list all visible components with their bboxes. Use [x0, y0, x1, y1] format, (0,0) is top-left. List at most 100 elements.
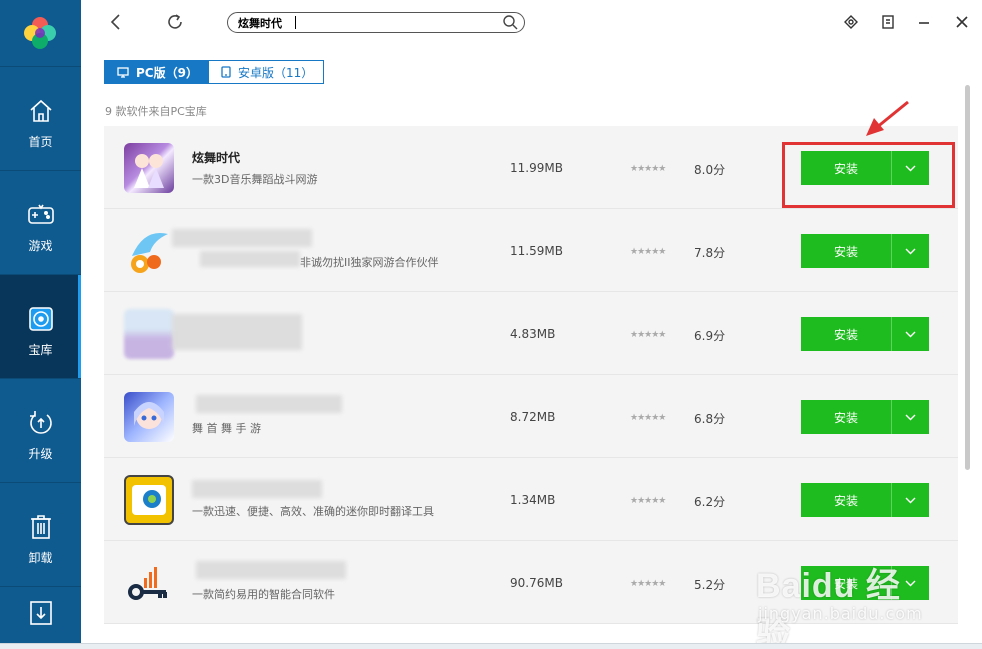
network-icon	[844, 15, 858, 29]
network-button[interactable]	[839, 10, 863, 34]
install-dropdown[interactable]	[892, 483, 929, 517]
home-icon	[29, 99, 52, 122]
app-score: 6.2分	[694, 495, 726, 509]
phone-icon	[221, 66, 231, 78]
app-score: 8.0分	[694, 163, 726, 177]
sidebar-item-upgrade[interactable]: 升级	[0, 378, 81, 482]
star-rating: ★★★★★	[630, 330, 666, 340]
star-rating: ★★★★★	[630, 247, 666, 257]
baidu-watermark: Baidu 经验 jingyan.baidu.com	[756, 558, 932, 649]
app-row[interactable]: 非诚勿扰II独家网游合作伙伴 11.59MB ★★★★★ 7.8分 安装	[104, 209, 958, 292]
app-size: 1.34MB	[510, 493, 556, 507]
watermark-domain: jingyan.baidu.com	[758, 604, 923, 623]
sidebar-item-downloads[interactable]	[0, 586, 81, 643]
sidebar-item-uninstall[interactable]: 卸载	[0, 482, 81, 586]
tab-android[interactable]: 安卓版（11）	[208, 60, 325, 84]
install-dropdown[interactable]	[892, 400, 929, 434]
install-dropdown[interactable]	[892, 317, 929, 351]
star-rating: ★★★★★	[630, 579, 666, 589]
close-button[interactable]	[950, 10, 974, 34]
app-size: 11.59MB	[510, 244, 563, 258]
app-row[interactable]: 炫舞时代 一款3D音乐舞蹈战斗网游 11.99MB ★★★★★ 8.0分 安装	[104, 126, 958, 209]
app-score: 6.8分	[694, 412, 726, 426]
install-button[interactable]: 安装	[801, 234, 929, 268]
app-row[interactable]: 一款迅速、便捷、高效、准确的迷你即时翻译工具 1.34MB ★★★★★ 6.2分…	[104, 458, 958, 541]
tab-pc[interactable]: PC版（9）	[104, 60, 209, 84]
app-list: 炫舞时代 一款3D音乐舞蹈战斗网游 11.99MB ★★★★★ 8.0分 安装 …	[104, 126, 958, 624]
app-icon	[124, 309, 174, 359]
tab-label: PC版（9）	[136, 65, 198, 80]
trash-icon	[30, 515, 51, 539]
taskbar-strip	[0, 643, 982, 649]
refresh-icon	[168, 14, 182, 29]
app-score: 7.8分	[694, 246, 726, 260]
blurred-name	[172, 314, 302, 350]
winged-note-icon	[131, 232, 168, 273]
install-label: 安装	[801, 151, 892, 185]
install-button[interactable]: 安装	[801, 483, 929, 517]
translator-icon	[132, 485, 166, 515]
search-input[interactable]	[238, 15, 488, 30]
app-row[interactable]: 4.83MB ★★★★★ 6.9分 安装	[104, 292, 958, 375]
install-label: 安装	[801, 400, 892, 434]
upgrade-icon	[29, 411, 52, 434]
chevron-left-icon	[110, 14, 120, 30]
install-button[interactable]: 安装	[801, 400, 929, 434]
sidebar-item-label: 宝库	[28, 343, 53, 357]
back-button[interactable]	[104, 10, 128, 34]
chevron-down-icon	[905, 248, 916, 254]
search-box[interactable]	[227, 12, 525, 33]
key-chart-icon	[128, 567, 167, 600]
app-desc: 非诚勿扰II独家网游合作伙伴	[300, 256, 439, 269]
app-score: 6.9分	[694, 329, 726, 343]
app-name: 炫舞时代	[192, 151, 241, 165]
star-rating: ★★★★★	[630, 413, 666, 423]
app-size: 8.72MB	[510, 410, 556, 424]
install-label: 安装	[801, 234, 892, 268]
text-caret	[295, 16, 296, 29]
search-icon[interactable]	[503, 15, 518, 30]
sidebar-item-home[interactable]: 首页	[0, 66, 81, 170]
chevron-down-icon	[905, 331, 916, 337]
install-dropdown[interactable]	[892, 234, 929, 268]
app-icon	[124, 475, 174, 525]
app-row[interactable]: 舞 首 舞 手 游 8.72MB ★★★★★ 6.8分 安装	[104, 375, 958, 458]
minimize-button[interactable]	[912, 10, 936, 34]
blurred-name	[196, 395, 342, 413]
install-button[interactable]: 安装	[801, 317, 929, 351]
install-dropdown[interactable]	[892, 151, 929, 185]
app-icon	[124, 143, 174, 193]
app-desc: 一款简约易用的智能合同软件	[192, 588, 335, 601]
disc-icon	[28, 307, 53, 331]
monitor-icon	[117, 66, 129, 78]
gamepad-icon	[27, 204, 54, 224]
refresh-button[interactable]	[163, 10, 187, 34]
app-icon	[124, 392, 174, 442]
sidebar-item-label: 卸载	[28, 551, 53, 565]
app-icon	[124, 226, 174, 276]
star-rating: ★★★★★	[630, 496, 666, 506]
blurred-desc	[200, 251, 300, 267]
skin-button[interactable]	[876, 10, 900, 34]
blurred-name	[172, 229, 312, 247]
star-rating: ★★★★★	[630, 164, 666, 174]
minimize-icon	[919, 22, 929, 24]
close-icon	[956, 16, 968, 28]
topbar	[81, 0, 982, 44]
app-icon	[124, 558, 174, 608]
install-button[interactable]: 安装	[801, 151, 929, 185]
app-desc: 一款3D音乐舞蹈战斗网游	[192, 173, 318, 186]
blurred-name	[196, 561, 346, 579]
app-size: 11.99MB	[510, 161, 563, 175]
app-desc: 一款迅速、便捷、高效、准确的迷你即时翻译工具	[192, 505, 434, 518]
sidebar-item-library[interactable]: 宝库	[0, 274, 81, 378]
anime-girl-icon	[134, 402, 164, 429]
app-logo	[0, 0, 81, 66]
sidebar-item-label: 首页	[28, 135, 53, 149]
chevron-down-icon	[905, 165, 916, 171]
chevron-down-icon	[905, 497, 916, 503]
annotation-arrow-icon	[866, 100, 909, 136]
sidebar-item-games[interactable]: 游戏	[0, 170, 81, 274]
sidebar-item-label: 升级	[28, 447, 53, 461]
scrollbar[interactable]	[965, 85, 970, 470]
